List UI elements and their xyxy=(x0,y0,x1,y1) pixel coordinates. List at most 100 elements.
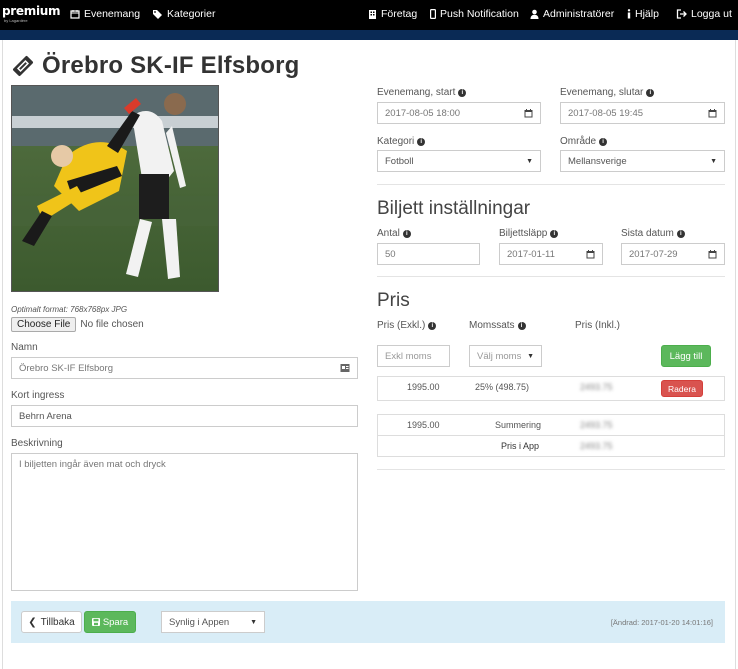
col-moms-text: Momssats xyxy=(469,320,515,331)
chevron-left-icon: ❮ xyxy=(28,616,37,628)
summary-incl: 2493.75 xyxy=(580,420,613,430)
brand-name: premium xyxy=(2,4,61,18)
beskrivning-textarea[interactable]: I biljetten ingår även mat och dryck xyxy=(11,453,358,591)
event-image xyxy=(11,85,219,292)
file-status: No file chosen xyxy=(80,319,144,330)
nav-admin-label: Administratörer xyxy=(543,8,615,20)
nav-hjalp[interactable]: Hjälp xyxy=(627,8,659,20)
header-strip xyxy=(0,30,738,40)
ingress-label: Kort ingress xyxy=(11,390,64,401)
kategori-label: Kategori i xyxy=(377,136,426,147)
calendar-icon xyxy=(70,10,80,19)
page-title-text: Örebro SK-IF Elfsborg xyxy=(42,52,300,79)
info-icon[interactable]: i xyxy=(599,137,608,146)
nav-foretag[interactable]: Företag xyxy=(368,8,417,20)
moms-placeholder: Välj moms xyxy=(477,350,522,362)
info-icon[interactable]: i xyxy=(517,321,526,330)
summary-label: Summering xyxy=(495,420,542,430)
ingress-label-text: Kort ingress xyxy=(11,390,65,401)
app-price-value: 2493.75 xyxy=(580,441,613,451)
divider xyxy=(377,184,725,185)
image-format-hint: Optimalt format: 768x768px JPG xyxy=(11,305,128,314)
last-date-label: Sista datum i xyxy=(621,228,685,239)
start-label-text: Evenemang, start xyxy=(377,87,456,98)
delete-price-button[interactable]: Radera xyxy=(661,380,703,397)
info-icon[interactable]: i xyxy=(428,321,437,330)
beskrivning-label: Beskrivning xyxy=(11,438,63,449)
visibility-select[interactable]: Synlig i Appen ▼ xyxy=(161,611,265,633)
last-date-label-text: Sista datum xyxy=(621,228,674,239)
moms-select[interactable]: Välj moms ▼ xyxy=(469,345,542,367)
logout-icon xyxy=(676,9,687,19)
chevron-down-icon: ▼ xyxy=(250,618,257,626)
brand-sub: by Lagardère xyxy=(4,18,28,23)
info-icon[interactable]: i xyxy=(646,88,655,97)
delete-price-label: Radera xyxy=(668,383,696,394)
save-label: Spara xyxy=(102,616,129,628)
price-row-excl: 1995.00 xyxy=(407,382,440,392)
nav-push-notification[interactable]: Push Notification xyxy=(430,8,519,20)
brand-logo[interactable]: premium by Lagardère xyxy=(2,4,61,26)
start-date-value: 2017-08-05 18:00 xyxy=(385,107,461,119)
ingress-input[interactable]: Behrn Arena xyxy=(11,405,358,427)
omrade-label: Område i xyxy=(560,136,608,147)
namn-label-text: Namn xyxy=(11,342,38,353)
back-button[interactable]: ❮ Tillbaka xyxy=(21,611,82,633)
release-label-text: Biljettsläpp xyxy=(499,228,548,239)
omrade-select[interactable]: Mellansverige ▼ xyxy=(560,150,725,172)
nav-kategorier[interactable]: Kategorier xyxy=(152,8,215,20)
start-date-input[interactable]: 2017-08-05 18:00 xyxy=(377,102,541,124)
release-date-input[interactable]: 2017-01-11 xyxy=(499,243,603,265)
nav-evenemang-label: Evenemang xyxy=(84,8,141,20)
info-icon[interactable]: i xyxy=(402,229,411,238)
ticket-icon xyxy=(13,56,33,76)
end-date-value: 2017-08-05 19:45 xyxy=(568,107,644,119)
col-excl-header: Pris (Exkl.) i xyxy=(377,320,437,331)
contact-card-icon xyxy=(340,364,350,372)
add-price-button[interactable]: Lägg till xyxy=(661,345,711,367)
nav-evenemang[interactable]: Evenemang xyxy=(70,8,140,20)
info-icon[interactable]: i xyxy=(458,88,467,97)
calendar-icon[interactable] xyxy=(524,108,533,118)
excl-price-input[interactable]: Exkl moms xyxy=(377,345,450,367)
kategori-select[interactable]: Fotboll ▼ xyxy=(377,150,541,172)
info-icon[interactable]: i xyxy=(676,229,685,238)
antal-label-text: Antal xyxy=(377,228,400,239)
nav-foretag-label: Företag xyxy=(381,8,418,20)
end-label-text: Evenemang, slutar xyxy=(560,87,644,98)
release-date-value: 2017-01-11 xyxy=(507,248,555,260)
calendar-icon[interactable] xyxy=(708,108,717,118)
end-label: Evenemang, slutar i xyxy=(560,87,655,98)
namn-input[interactable]: Örebro SK-IF Elfsborg xyxy=(11,357,358,379)
info-icon[interactable]: i xyxy=(550,229,559,238)
form-footer: ❮ Tillbaka Spara Synlig i Appen ▼ [Ändra… xyxy=(11,601,725,643)
nav-administratorer[interactable]: Administratörer xyxy=(530,8,614,20)
info-icon xyxy=(627,9,631,19)
col-incl-text: Pris (Inkl.) xyxy=(575,320,620,331)
page-title: Örebro SK-IF Elfsborg xyxy=(11,52,300,80)
excl-placeholder: Exkl moms xyxy=(385,350,432,362)
end-date-input[interactable]: 2017-08-05 19:45 xyxy=(560,102,725,124)
top-navbar: premium by Lagardère Evenemang Kategorie… xyxy=(0,0,738,30)
omrade-value: Mellansverige xyxy=(568,155,627,167)
calendar-icon[interactable] xyxy=(708,249,717,259)
price-row-incl: 2493.75 xyxy=(580,382,613,392)
info-icon[interactable]: i xyxy=(417,137,426,146)
release-label: Biljettsläpp i xyxy=(499,228,559,239)
last-date-input[interactable]: 2017-07-29 xyxy=(621,243,725,265)
nav-logga-ut[interactable]: Logga ut xyxy=(676,8,732,20)
save-button[interactable]: Spara xyxy=(84,611,136,633)
choose-file-button[interactable]: Choose File xyxy=(11,317,77,332)
calendar-icon[interactable] xyxy=(586,249,595,259)
col-incl-header: Pris (Inkl.) xyxy=(575,320,620,331)
chevron-down-icon: ▼ xyxy=(526,157,533,165)
nav-push-label: Push Notification xyxy=(440,8,519,20)
kategori-value: Fotboll xyxy=(385,155,414,167)
col-excl-text: Pris (Exkl.) xyxy=(377,320,426,331)
antal-input[interactable]: 50 xyxy=(377,243,480,265)
namn-label: Namn xyxy=(11,342,38,353)
ticket-settings-heading: Biljett inställningar xyxy=(377,198,531,219)
start-label: Evenemang, start i xyxy=(377,87,467,98)
col-moms-header: Momssats i xyxy=(469,320,526,331)
omrade-label-text: Område xyxy=(560,136,597,147)
